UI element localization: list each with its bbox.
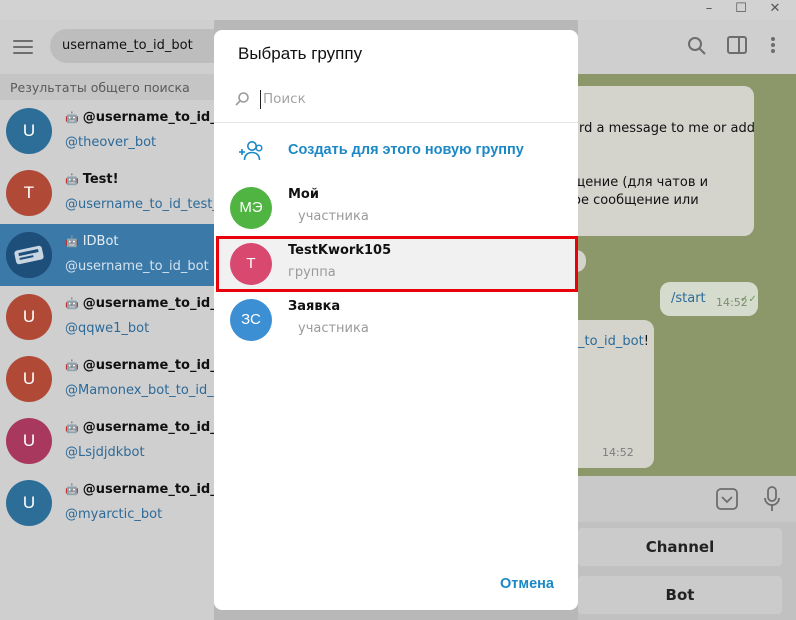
avatar: T bbox=[230, 243, 272, 285]
maximize-icon[interactable]: ☐ bbox=[726, 0, 756, 20]
bot-icon: 🤖 bbox=[65, 421, 79, 434]
message-text: ard a message to me or add bbox=[578, 121, 755, 136]
cancel-button[interactable]: Отмена bbox=[500, 576, 554, 592]
menu-icon[interactable] bbox=[13, 40, 33, 54]
keyboard-button-channel[interactable]: Channel bbox=[578, 528, 782, 566]
chat-username: @username_to_id_bot bbox=[65, 259, 209, 274]
chat-item[interactable]: U 🤖@username_to_id_bot @Mamonex_bot_to_i… bbox=[0, 348, 214, 410]
text-cursor bbox=[260, 90, 261, 109]
search-input[interactable]: username_to_id_bot bbox=[50, 29, 214, 63]
chat-title: Test! bbox=[82, 172, 119, 187]
chat-title: IDBot bbox=[82, 234, 119, 249]
bot-keyboard-icon[interactable] bbox=[716, 488, 738, 510]
left-header: username_to_id_bot bbox=[0, 20, 214, 74]
select-group-dialog: Выбрать группу Поиск Создать для этого н… bbox=[214, 30, 578, 610]
inline-button-fragment[interactable] bbox=[578, 250, 586, 272]
bot-icon: 🤖 bbox=[65, 297, 79, 310]
bot-icon: 🤖 bbox=[65, 235, 79, 248]
bot-keyboard: Channel Bot bbox=[578, 522, 796, 620]
group-item[interactable]: МЭ Мой участника bbox=[214, 180, 578, 236]
group-item-selected[interactable]: T TestKwork105 группа bbox=[216, 236, 578, 292]
avatar: U bbox=[6, 356, 52, 402]
chat-item[interactable]: U 🤖@username_to_id_bot @theover_bot bbox=[0, 100, 214, 162]
group-name: TestKwork105 bbox=[288, 243, 392, 258]
incoming-message: ard a message to me or add щение (для ча… bbox=[578, 86, 755, 236]
search-placeholder: Поиск bbox=[263, 91, 306, 107]
dialog-title: Выбрать группу bbox=[238, 44, 363, 63]
chat-item[interactable]: T 🤖Test! @username_to_id_test_bot bbox=[0, 162, 214, 224]
message-text: ! bbox=[643, 334, 649, 349]
dialog-search-field[interactable]: Поиск bbox=[230, 86, 562, 114]
bot-icon: 🤖 bbox=[65, 359, 79, 372]
message-text: /start bbox=[671, 291, 706, 306]
avatar: U bbox=[6, 418, 52, 464]
window-titlebar: – ☐ ✕ bbox=[0, 0, 796, 20]
create-group-label: Создать для этого новую группу bbox=[288, 142, 524, 158]
divider bbox=[214, 122, 578, 123]
read-checks-icon: ✓✓ bbox=[740, 294, 757, 305]
sidebar-toggle-icon[interactable] bbox=[726, 36, 748, 58]
group-subtitle: участника bbox=[298, 321, 369, 336]
chat-title: @username_to_id_bot bbox=[82, 110, 214, 125]
bot-icon: 🤖 bbox=[65, 173, 79, 186]
search-section-title: Результаты общего поиска bbox=[0, 74, 214, 100]
chat-username: @Mamonex_bot_to_id_bot bbox=[65, 383, 214, 398]
chat-title: @username_to_id_bot bbox=[82, 358, 214, 373]
chat-item[interactable]: U 🤖@username_to_id_bot @myarctic_bot bbox=[0, 472, 214, 534]
message-link[interactable]: _to_id_bot bbox=[578, 334, 644, 349]
avatar: T bbox=[6, 170, 52, 216]
chat-messages: ard a message to me or add щение (для ча… bbox=[578, 74, 796, 476]
bot-icon: 🤖 bbox=[65, 111, 79, 124]
search-icon bbox=[235, 92, 249, 106]
chat-username: @qqwe1_bot bbox=[65, 321, 150, 336]
avatar: ЗС bbox=[230, 299, 272, 341]
chat-title: @username_to_id_bot bbox=[82, 296, 214, 311]
microphone-icon[interactable] bbox=[764, 486, 780, 512]
group-name: Заявка bbox=[288, 299, 341, 314]
avatar: U bbox=[6, 294, 52, 340]
message-text: ое сообщение или bbox=[578, 193, 699, 208]
group-item[interactable]: ЗС Заявка участника bbox=[214, 292, 578, 348]
create-new-group-button[interactable]: Создать для этого новую группу bbox=[214, 132, 578, 172]
chat-username: @myarctic_bot bbox=[65, 507, 163, 522]
chat-username: @username_to_id_test_bot bbox=[65, 197, 214, 212]
keyboard-button-bot[interactable]: Bot bbox=[578, 576, 782, 614]
incoming-message: _to_id_bot! 14:52 bbox=[578, 320, 654, 468]
message-text: щение (для чатов и bbox=[578, 175, 709, 190]
chat-username: @theover_bot bbox=[65, 135, 157, 150]
chat-header bbox=[578, 20, 796, 74]
idbot-logo-icon bbox=[6, 232, 52, 278]
left-panel: username_to_id_bot Результаты общего пои… bbox=[0, 20, 214, 620]
chat-username: @Lsjdjdkbot bbox=[65, 445, 145, 460]
avatar bbox=[6, 232, 52, 278]
minimize-icon[interactable]: – bbox=[694, 0, 724, 20]
outgoing-message: /start 14:52 ✓✓ bbox=[660, 282, 758, 316]
avatar: U bbox=[6, 108, 52, 154]
add-group-icon bbox=[239, 141, 263, 161]
message-input-area bbox=[578, 476, 796, 522]
avatar: МЭ bbox=[230, 187, 272, 229]
bot-icon: 🤖 bbox=[65, 483, 79, 496]
search-icon[interactable] bbox=[686, 36, 708, 58]
close-icon[interactable]: ✕ bbox=[760, 0, 790, 20]
message-time: 14:52 bbox=[602, 446, 634, 459]
chat-item[interactable]: U 🤖@username_to_id_bot @Lsjdjdkbot bbox=[0, 410, 214, 472]
chat-item[interactable]: U 🤖@username_to_id_bot @qqwe1_bot bbox=[0, 286, 214, 348]
group-name: Мой bbox=[288, 187, 319, 202]
group-subtitle: участника bbox=[298, 209, 369, 224]
more-vertical-icon[interactable] bbox=[762, 36, 784, 58]
chat-item-active[interactable]: 🤖 IDBot @username_to_id_bot bbox=[0, 224, 214, 286]
group-subtitle: группа bbox=[288, 265, 336, 280]
avatar: U bbox=[6, 480, 52, 526]
chat-title: @username_to_id_bot bbox=[82, 420, 214, 435]
chat-title: @username_to_id_bot bbox=[82, 482, 214, 497]
